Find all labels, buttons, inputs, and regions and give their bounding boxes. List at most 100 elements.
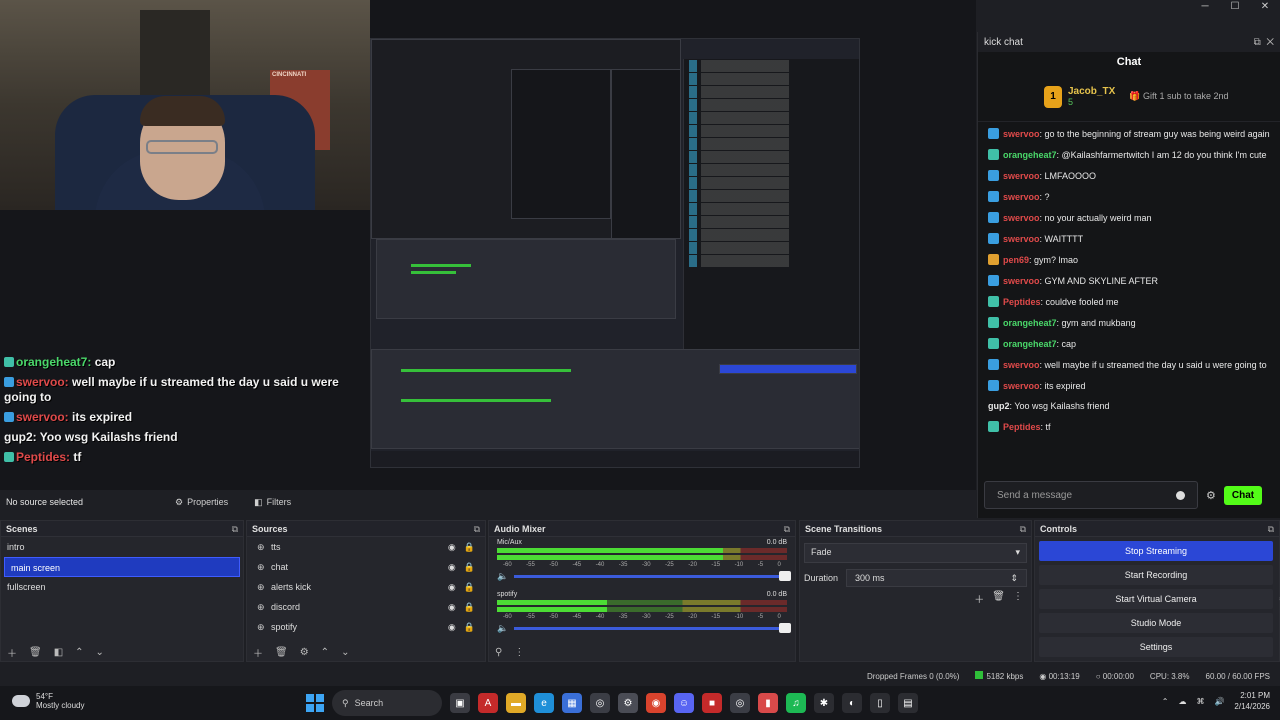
- popout-icon[interactable]: ⧉: [784, 524, 790, 534]
- windows-start-icon[interactable]: [306, 694, 324, 712]
- record-app-icon[interactable]: ◎: [730, 693, 750, 713]
- game-icon[interactable]: ▮: [758, 693, 778, 713]
- scene-item[interactable]: fullscreen: [1, 577, 243, 597]
- gift-sub-prompt[interactable]: 🎁 Gift 1 sub to take 2nd: [1129, 91, 1228, 102]
- clock[interactable]: 2:01 PM 2/14/2026: [1234, 690, 1270, 712]
- add-icon[interactable]: ＋: [253, 645, 263, 660]
- weather-widget[interactable]: 54°F Mostly cloudy: [12, 692, 84, 710]
- chat-message-list[interactable]: swervoo: go to the beginning of stream g…: [978, 128, 1280, 442]
- trash-icon[interactable]: 🗑: [29, 647, 42, 658]
- network-icon[interactable]: ⌘: [1196, 697, 1204, 706]
- up-arrow-icon[interactable]: ⌃: [321, 647, 329, 658]
- calculator-icon[interactable]: ▤: [898, 693, 918, 713]
- source-item[interactable]: ⊕ discord ◉ 🔒: [247, 597, 485, 617]
- volume-icon[interactable]: 🔊: [1214, 697, 1224, 706]
- cloud-sync-icon[interactable]: ☁: [1178, 697, 1186, 706]
- chat-username[interactable]: swervoo: [1003, 234, 1040, 244]
- down-arrow-icon[interactable]: ⌄: [96, 647, 104, 658]
- popout-icon[interactable]: ⧉: [474, 524, 480, 534]
- start-recording-button[interactable]: Start Recording: [1039, 565, 1273, 585]
- popout-icon[interactable]: ⧉: [1254, 37, 1261, 48]
- minimize-button[interactable]: ─: [1190, 0, 1220, 14]
- close-icon[interactable]: ✕: [1266, 37, 1274, 48]
- trash-icon[interactable]: 🗑: [275, 647, 288, 658]
- source-item[interactable]: ⊕ chat ◉ 🔒: [247, 557, 485, 577]
- source-item[interactable]: ⊕ spotify ◉ 🔒: [247, 617, 485, 637]
- menu-icon[interactable]: ⋮: [1013, 591, 1023, 606]
- advanced-audio-icon[interactable]: ⚲: [495, 647, 502, 658]
- volume-knob[interactable]: [779, 571, 791, 581]
- chat-username[interactable]: gup2: [988, 401, 1010, 411]
- properties-button[interactable]: ⚙ Properties: [169, 495, 234, 510]
- popout-icon[interactable]: ⧉: [1020, 524, 1026, 534]
- transition-select[interactable]: Fade ▾: [804, 543, 1027, 563]
- scene-item[interactable]: main screen: [4, 557, 240, 577]
- taskbar-search[interactable]: ⚲ Search: [332, 690, 442, 716]
- speaker-icon[interactable]: 🔈: [497, 571, 508, 582]
- chat-message-input[interactable]: Send a message: [984, 481, 1198, 509]
- scene-item[interactable]: intro: [1, 537, 243, 557]
- add-icon[interactable]: ＋: [7, 645, 17, 660]
- source-item[interactable]: ⊕ alerts kick ◉ 🔒: [247, 577, 485, 597]
- edge-icon[interactable]: e: [534, 693, 554, 713]
- bug-icon[interactable]: ✱: [814, 693, 834, 713]
- settings-button[interactable]: Settings: [1039, 637, 1273, 657]
- add-icon[interactable]: ＋: [974, 591, 984, 606]
- store-icon[interactable]: ▦: [562, 693, 582, 713]
- close-button[interactable]: ✕: [1250, 0, 1280, 14]
- steam-icon[interactable]: ◐: [842, 693, 862, 713]
- up-arrow-icon[interactable]: ⌃: [75, 647, 83, 658]
- discord-icon[interactable]: ☺: [674, 693, 694, 713]
- filter-icon[interactable]: ◧: [54, 647, 63, 658]
- eye-icon[interactable]: ◉: [448, 582, 456, 593]
- start-virtual-camera-button[interactable]: Start Virtual Camera ⚙: [1039, 589, 1280, 609]
- chat-send-button[interactable]: Chat: [1223, 485, 1263, 505]
- chat-username[interactable]: swervoo: [1003, 213, 1040, 223]
- chat-username[interactable]: swervoo: [1003, 381, 1040, 391]
- chat-username[interactable]: swervoo: [1003, 276, 1040, 286]
- app-icon[interactable]: ■: [702, 693, 722, 713]
- source-item[interactable]: ⊕ tts ◉ 🔒: [247, 537, 485, 557]
- chrome-icon[interactable]: ◉: [646, 693, 666, 713]
- duration-input[interactable]: 300 ms ⇕: [846, 569, 1027, 587]
- chat-username[interactable]: Peptides: [1003, 297, 1041, 307]
- lock-icon[interactable]: 🔒: [464, 622, 475, 633]
- obs-icon[interactable]: ◎: [590, 693, 610, 713]
- chat-username[interactable]: orangeheat7: [1003, 150, 1057, 160]
- acrobat-icon[interactable]: A: [478, 693, 498, 713]
- trash-icon[interactable]: 🗑: [992, 591, 1005, 606]
- chat-username[interactable]: pen69: [1003, 255, 1029, 265]
- chat-username[interactable]: swervoo: [1003, 360, 1040, 370]
- terminal-icon[interactable]: ▯: [870, 693, 890, 713]
- eye-icon[interactable]: ◉: [448, 542, 456, 553]
- maximize-button[interactable]: ☐: [1220, 0, 1250, 14]
- file-explorer-icon[interactable]: ▬: [506, 693, 526, 713]
- eye-icon[interactable]: ◉: [448, 602, 456, 613]
- menu-icon[interactable]: ⋮: [514, 647, 524, 658]
- eye-icon[interactable]: ◉: [448, 622, 456, 633]
- popout-icon[interactable]: ⧉: [1268, 524, 1274, 534]
- speaker-icon[interactable]: 🔈: [497, 623, 508, 634]
- chat-username[interactable]: orangeheat7: [1003, 318, 1057, 328]
- stop-streaming-button[interactable]: Stop Streaming: [1039, 541, 1273, 561]
- volume-knob[interactable]: [779, 623, 791, 633]
- down-arrow-icon[interactable]: ⌄: [341, 647, 349, 658]
- gear-icon[interactable]: ⚙: [1206, 489, 1216, 502]
- lock-icon[interactable]: 🔒: [464, 562, 475, 573]
- popout-icon[interactable]: ⧉: [232, 524, 238, 534]
- studio-mode-button[interactable]: Studio Mode: [1039, 613, 1273, 633]
- volume-slider[interactable]: [514, 623, 791, 633]
- chat-username[interactable]: Peptides: [1003, 422, 1041, 432]
- filters-button[interactable]: ◧ Filters: [248, 495, 297, 510]
- settings-icon[interactable]: ⚙: [618, 693, 638, 713]
- gear-icon[interactable]: ⚙: [300, 647, 309, 658]
- chat-username[interactable]: swervoo: [1003, 171, 1040, 181]
- chat-username[interactable]: swervoo: [1003, 192, 1040, 202]
- lock-icon[interactable]: 🔒: [464, 582, 475, 593]
- lock-icon[interactable]: 🔒: [464, 602, 475, 613]
- emoji-icon[interactable]: [1176, 490, 1185, 500]
- task-view-icon[interactable]: ▣: [450, 693, 470, 713]
- stepper-icon[interactable]: ⇕: [1010, 573, 1018, 583]
- lock-icon[interactable]: 🔒: [464, 542, 475, 553]
- chat-username[interactable]: swervoo: [1003, 129, 1040, 139]
